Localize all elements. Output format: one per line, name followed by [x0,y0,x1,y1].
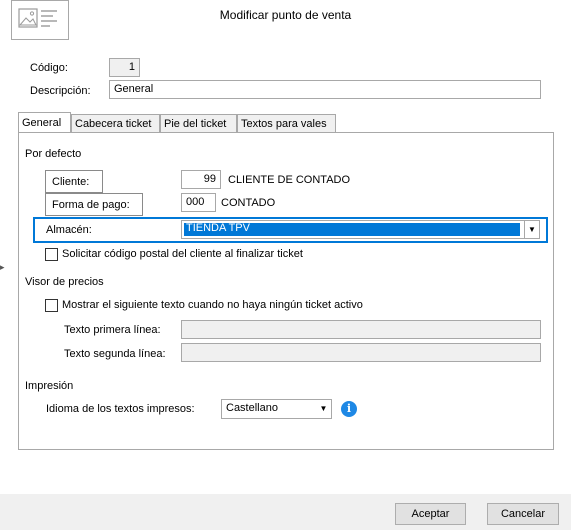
linea2-label: Texto segunda línea: [64,348,166,360]
impresion-heading: Impresión [25,380,74,392]
info-icon[interactable]: i [341,401,357,417]
visor-heading: Visor de precios [25,276,104,288]
forma-pago-button[interactable]: Forma de pago: [45,193,143,216]
tab-general[interactable]: General [18,112,71,132]
almacen-select[interactable]: TIENDA TPV ▼ [181,220,540,239]
almacen-value: TIENDA TPV [186,222,250,234]
codigo-label: Código: [30,62,68,74]
mostrar-texto-checkbox[interactable] [45,299,58,312]
solicitar-cp-label: Solicitar código postal del cliente al f… [62,248,303,260]
cancelar-button[interactable]: Cancelar [487,503,559,525]
cliente-name: CLIENTE DE CONTADO [228,174,351,186]
descripcion-field[interactable]: General [109,80,541,99]
linea2-field[interactable] [181,343,541,362]
linea1-field[interactable] [181,320,541,339]
cliente-button[interactable]: Cliente: [45,170,103,193]
footer-bar [0,494,571,530]
cliente-code-field[interactable]: 99 [181,170,221,189]
codigo-field[interactable]: 1 [109,58,140,77]
mostrar-texto-label: Mostrar el siguiente texto cuando no hay… [62,299,363,311]
forma-pago-code-field[interactable]: 000 [181,193,216,212]
almacen-label: Almacén: [46,224,92,236]
chevron-down-icon[interactable]: ▼ [524,221,539,238]
linea1-label: Texto primera línea: [64,324,161,336]
idioma-value: Castellano [226,402,278,414]
chevron-right-icon: ▸ [0,262,5,272]
dialog-title: Modificar punto de venta [219,8,352,22]
tab-pie-ticket[interactable]: Pie del ticket [160,114,237,133]
forma-pago-name: CONTADO [221,197,276,209]
solicitar-cp-checkbox[interactable] [45,248,58,261]
tab-textos-vales[interactable]: Textos para vales [237,114,336,133]
idioma-select[interactable]: Castellano ▼ [221,399,332,419]
idioma-label: Idioma de los textos impresos: [46,403,195,415]
por-defecto-heading: Por defecto [25,148,82,160]
descripcion-label: Descripción: [30,85,91,97]
tab-cabecera-ticket[interactable]: Cabecera ticket [71,114,160,133]
aceptar-button[interactable]: Aceptar [395,503,466,525]
chevron-down-icon[interactable]: ▼ [316,400,331,417]
